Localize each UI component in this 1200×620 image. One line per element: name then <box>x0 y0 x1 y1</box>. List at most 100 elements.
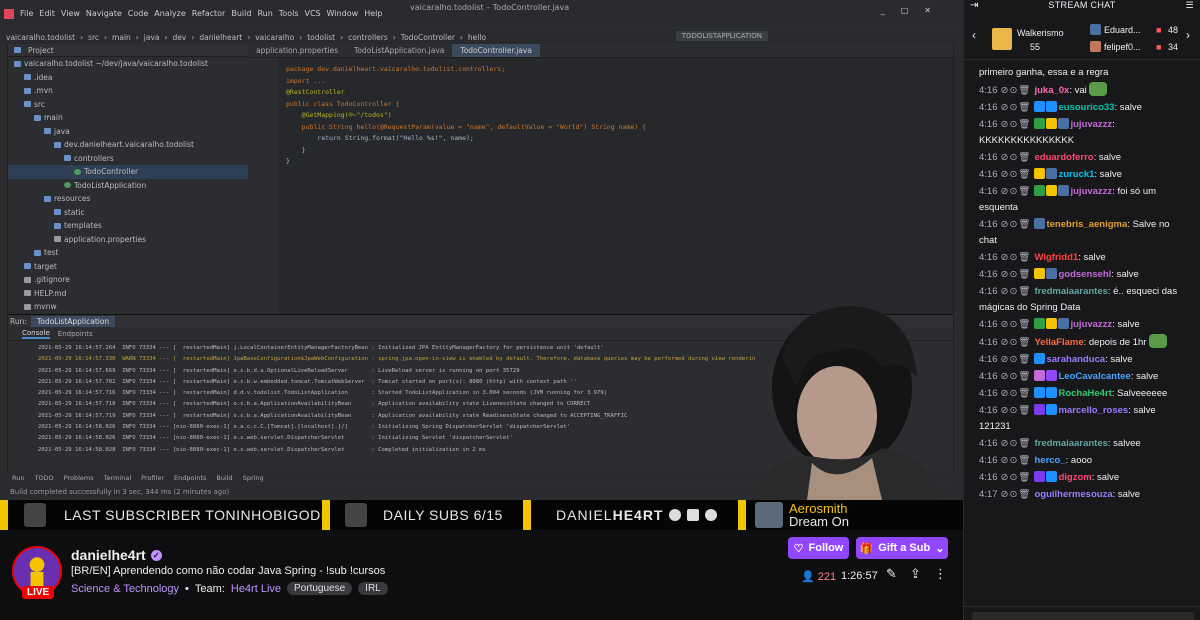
breadcrumb-item: java <box>143 32 160 42</box>
ide-bottom-tab: Terminal <box>103 474 132 482</box>
tree-item-label: .gitignore <box>34 275 70 285</box>
stream-ticker: LAST SUBSCRIBER TONINHOBIGODE DAILY SUBS… <box>0 500 963 530</box>
tree-item-label: HELP.md <box>34 288 67 298</box>
folder-icon <box>34 114 41 121</box>
mod-tools-icon[interactable]: ⊘⊙🗑 <box>1001 219 1032 230</box>
chat-badge-icon <box>1058 118 1070 129</box>
code-editor: application.properties TodoListApplicatio… <box>248 44 963 314</box>
chat-messages: primeiro ganha, essa e a regra 4:16 ⊘⊙🗑 juk… <box>964 64 1200 503</box>
chat-username[interactable]: jujuvazzz <box>1070 186 1112 197</box>
chat-users-icon[interactable]: ☰ <box>1186 0 1194 11</box>
chat-badge-icon <box>1046 101 1058 112</box>
category-link[interactable]: Science & Technology <box>71 583 179 595</box>
breadcrumb-item: todolist <box>307 32 336 42</box>
breadcrumb-item: controllers <box>348 32 388 42</box>
mod-tools-icon[interactable]: ⊘⊙🗑 <box>1001 371 1032 382</box>
chat-username[interactable]: zuruck1 <box>1058 169 1094 180</box>
collapse-chat-icon[interactable]: ⇥ <box>970 0 979 11</box>
chat-message: 4:16 ⊘⊙🗑 zuruck1: salve <box>979 168 1122 180</box>
mod-tools-icon[interactable]: ⊘⊙🗑 <box>1001 269 1032 280</box>
chat-username[interactable]: marcello_roses <box>1058 405 1128 416</box>
menu-item: Run <box>257 9 273 18</box>
channel-name[interactable]: danielhe4rt <box>71 547 146 563</box>
mod-tools-icon[interactable]: ⊘⊙🗑 <box>1001 102 1032 113</box>
mod-tools-icon[interactable]: ⊘⊙🗑 <box>1001 388 1032 399</box>
chat-text: depois de 1hr <box>1088 337 1147 348</box>
chat-text: salve <box>1136 371 1159 382</box>
folder-icon <box>54 222 61 229</box>
mod-tools-icon[interactable]: ⊘⊙🗑 <box>1001 85 1032 96</box>
mod-tools-icon[interactable]: ⊘⊙🗑 <box>1001 489 1032 500</box>
mod-tools-icon[interactable]: ⊘⊙🗑 <box>1001 252 1032 263</box>
mod-tools-icon[interactable]: ⊘⊙🗑 <box>1001 455 1032 466</box>
folder-icon <box>24 263 31 270</box>
mod-tools-icon[interactable]: ⊘⊙🗑 <box>1001 337 1032 348</box>
mod-tools-icon[interactable]: ⊘⊙🗑 <box>1001 286 1032 297</box>
tree-item: java <box>8 125 248 139</box>
chat-username[interactable]: herco_ <box>1034 455 1065 466</box>
share-icon[interactable]: ⇪ <box>910 567 921 582</box>
twitter-icon <box>687 509 700 521</box>
prev-arrow-icon[interactable]: ‹ <box>972 28 976 42</box>
chat-badge-icon <box>1034 268 1046 279</box>
chat-username[interactable]: RochaHe4rt <box>1058 388 1111 399</box>
gift-leaderboard: ‹ Walkerismo 55 Eduard... ■ 48 felipef0.… <box>964 14 1200 60</box>
video-player[interactable]: File Edit View Navigate Code Analyze Refactor B… <box>0 0 963 530</box>
chat-username[interactable]: tenebris_aenigma <box>1046 219 1127 230</box>
ide-menubar: File Edit View Navigate Code Analyze Refactor B… <box>0 0 963 27</box>
mod-tools-icon[interactable]: ⊘⊙🗑 <box>1001 438 1032 449</box>
chat-message: 4:17 ⊘⊙🗑 oguilhermesouza: salve <box>979 489 1141 500</box>
chat-username[interactable]: digzom <box>1058 472 1091 483</box>
gift-sub-button[interactable]: 🎁 Gift a Sub ⌄ <box>856 537 948 559</box>
menu-item: Build <box>231 9 252 18</box>
viewers-icon: 👤 <box>801 571 815 583</box>
tag-language[interactable]: Portuguese <box>287 582 353 595</box>
next-arrow-icon[interactable]: › <box>1186 28 1190 42</box>
mod-tools-icon[interactable]: ⊘⊙🗑 <box>1001 472 1032 483</box>
chat-input[interactable] <box>972 612 1194 620</box>
chat-username[interactable]: LeoCavalcantee <box>1058 371 1130 382</box>
chat-timestamp: 4:17 <box>979 489 998 500</box>
more-options-icon[interactable]: ⋮ <box>934 567 947 582</box>
edit-icon[interactable]: ✎ <box>886 567 897 582</box>
ide-bottom-tab: Problems <box>63 474 94 482</box>
chat-username[interactable]: sarahanduca <box>1046 354 1105 365</box>
console-tab: Console <box>22 328 50 339</box>
team-link[interactable]: He4rt Live <box>231 583 281 595</box>
mod-tools-icon[interactable]: ⊘⊙🗑 <box>1001 319 1032 330</box>
discord-icon <box>705 509 718 521</box>
chat-username[interactable]: jujuvazzz <box>1070 119 1112 130</box>
console-line: 2021-05-29 16:14:57.669 INFO 73334 --- [… <box>38 367 520 374</box>
chat-username[interactable]: fredmaiaarantes <box>1034 438 1107 449</box>
chat-username[interactable]: fredmaiaarantes <box>1034 286 1107 297</box>
chat-text: vai <box>1074 85 1087 96</box>
mod-tools-icon[interactable]: ⊘⊙🗑 <box>1001 354 1032 365</box>
tag-irl[interactable]: IRL <box>358 582 388 595</box>
console-line: 2021-05-29 16:14:57.719 INFO 73334 --- [… <box>38 412 628 419</box>
breadcrumb-separator: › <box>104 32 108 42</box>
follow-button[interactable]: ♡ Follow <box>788 537 849 559</box>
mod-tools-icon[interactable]: ⊘⊙🗑 <box>1001 405 1032 416</box>
chat-username[interactable]: eduardoferro <box>1034 152 1093 163</box>
chat-message: 4:16 ⊘⊙🗑 godsensehl: salve <box>979 268 1139 280</box>
mod-tools-icon[interactable]: ⊘⊙🗑 <box>1001 152 1032 163</box>
chat-badge-icon <box>1046 404 1058 415</box>
chat-header: ⇥ STREAM CHAT ☰ <box>970 0 1194 11</box>
chat-username[interactable]: juka_0x <box>1034 85 1069 96</box>
console-line: 2021-05-29 16:14:57.716 INFO 73334 --- [… <box>38 390 608 397</box>
mod-tools-icon[interactable]: ⊘⊙🗑 <box>1001 186 1032 197</box>
mod-tools-icon[interactable]: ⊘⊙🗑 <box>1001 169 1032 180</box>
chat-username[interactable]: YellaFlame <box>1034 337 1083 348</box>
chat-username[interactable]: Wigfridd1 <box>1034 252 1078 263</box>
chat-username[interactable]: eusourico33 <box>1058 102 1114 113</box>
menu-item: Edit <box>39 9 55 18</box>
chat-username[interactable]: godsensehl <box>1058 269 1111 280</box>
tree-item: application.properties <box>8 233 248 247</box>
tree-item: .mvn <box>8 84 248 98</box>
chat-username[interactable]: oguilhermesouza <box>1034 489 1112 500</box>
chat-timestamp: 4:16 <box>979 85 998 96</box>
chat-username[interactable]: jujuvazzz <box>1070 319 1112 330</box>
brand-right: HE4RT <box>612 507 664 523</box>
breadcrumb-separator: › <box>80 32 84 42</box>
mod-tools-icon[interactable]: ⊘⊙🗑 <box>1001 119 1032 130</box>
